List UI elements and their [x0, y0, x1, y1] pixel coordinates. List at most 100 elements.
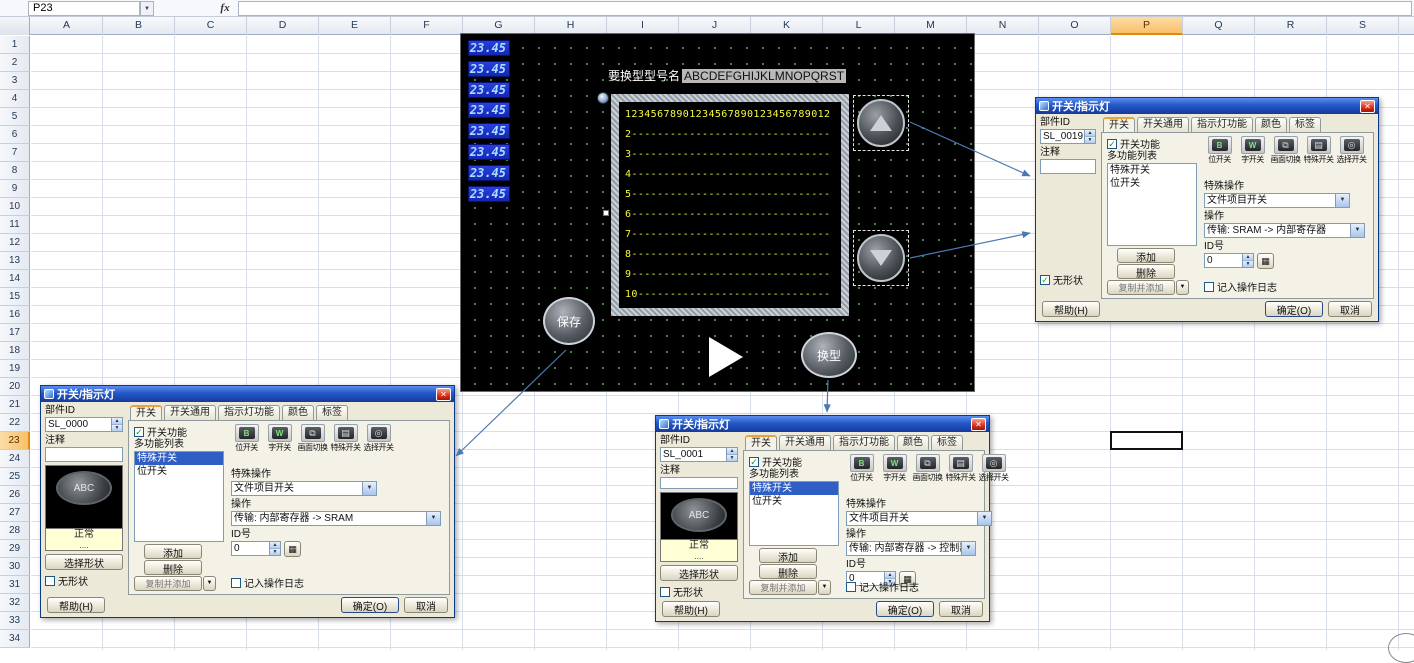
row-header-34[interactable]: 34: [0, 630, 30, 648]
screen-switch-icon[interactable]: ⧉画面切换: [297, 424, 328, 452]
bit-switch-icon[interactable]: B位开关: [231, 424, 262, 452]
scroll-up-button[interactable]: [857, 99, 905, 147]
delete-button[interactable]: 删除: [144, 560, 202, 575]
copy-and-add-button[interactable]: 复制并添加: [1107, 280, 1175, 295]
switch-function-checkbox[interactable]: ✓ 开关功能: [749, 454, 802, 469]
part-id-combo[interactable]: SL_0001 ▲▼: [660, 447, 738, 462]
list-item[interactable]: 特殊开关: [1108, 164, 1196, 177]
select-shape-button[interactable]: 选择形状: [660, 565, 738, 581]
list-item[interactable]: 位开关: [750, 495, 838, 508]
lcd-display[interactable]: 23.45: [468, 102, 510, 118]
help-button[interactable]: 帮助(H): [1042, 301, 1100, 317]
file-list-row[interactable]: 7-------------------------------: [625, 225, 835, 245]
row-header-32[interactable]: 32: [0, 594, 30, 612]
add-button[interactable]: 添加: [759, 548, 817, 563]
row-header-12[interactable]: 12: [0, 234, 30, 252]
lcd-display[interactable]: 23.45: [468, 123, 510, 139]
checkbox-box[interactable]: [1204, 282, 1214, 292]
address-keypad-button[interactable]: ▦: [284, 541, 301, 557]
help-button[interactable]: 帮助(H): [47, 597, 105, 613]
multifunction-listbox[interactable]: 特殊开关位开关: [749, 481, 839, 546]
dropdown-arrow-icon[interactable]: ▼: [977, 512, 991, 525]
special-operation-select[interactable]: 文件项目开关 ▼: [231, 481, 377, 496]
copy-add-dropdown-icon[interactable]: ▼: [203, 576, 216, 591]
column-header-A[interactable]: A: [31, 17, 103, 35]
row-header-21[interactable]: 21: [0, 396, 30, 414]
add-button[interactable]: 添加: [144, 544, 202, 559]
oval-shape[interactable]: [1388, 633, 1414, 663]
dialog-titlebar[interactable]: 开关/指示灯 ✕: [41, 386, 454, 402]
list-item[interactable]: 特殊开关: [135, 452, 223, 465]
copy-and-add-button[interactable]: 复制并添加: [749, 580, 817, 595]
column-header-N[interactable]: N: [967, 17, 1039, 35]
comment-input[interactable]: [660, 477, 738, 489]
checkbox-box[interactable]: [231, 578, 241, 588]
copy-add-dropdown-icon[interactable]: ▼: [1176, 280, 1189, 295]
save-button[interactable]: 保存: [543, 297, 595, 345]
switch-function-checkbox[interactable]: ✓ 开关功能: [1107, 136, 1160, 151]
switch-function-checkbox[interactable]: ✓ 开关功能: [134, 424, 187, 439]
dropdown-arrow-icon[interactable]: ▼: [1350, 224, 1364, 237]
lcd-display[interactable]: 23.45: [468, 186, 510, 202]
special-operation-select[interactable]: 文件项目开关 ▼: [846, 511, 992, 526]
bit-switch-icon[interactable]: B位开关: [846, 454, 877, 482]
column-header-B[interactable]: B: [103, 17, 175, 35]
screen-switch-icon[interactable]: ⧉画面切换: [1270, 136, 1301, 164]
special-switch-icon[interactable]: ▤特殊开关: [1303, 136, 1334, 164]
file-item-list[interactable]: 123456789012345678901234567890122-------…: [611, 94, 849, 316]
dialog-titlebar[interactable]: 开关/指示灯 ✕: [656, 416, 989, 432]
add-button[interactable]: 添加: [1117, 248, 1175, 263]
tab-3[interactable]: 颜色: [282, 405, 314, 420]
lcd-display[interactable]: 23.45: [468, 40, 510, 56]
ok-button[interactable]: 确定(O): [1265, 301, 1323, 317]
change-model-button[interactable]: 换型: [801, 332, 857, 378]
address-keypad-button[interactable]: ▦: [1257, 253, 1274, 269]
formula-bar-input[interactable]: [238, 1, 1412, 16]
row-header-13[interactable]: 13: [0, 252, 30, 270]
dropdown-arrow-icon[interactable]: ▼: [961, 542, 975, 555]
part-id-combo[interactable]: SL_0019 ▲▼: [1040, 129, 1096, 144]
bit-switch-icon[interactable]: B位开关: [1204, 136, 1235, 164]
close-icon[interactable]: ✕: [1360, 100, 1375, 113]
row-header-31[interactable]: 31: [0, 576, 30, 594]
operation-log-checkbox[interactable]: 记入操作日志: [231, 575, 304, 590]
active-cell[interactable]: [1110, 431, 1183, 450]
model-name-value[interactable]: ABCDEFGHIJKLMNOPQRST: [682, 69, 846, 83]
checkbox-box[interactable]: ✓: [1040, 275, 1050, 285]
tab-0[interactable]: 开关: [1103, 117, 1135, 132]
file-list-row[interactable]: 5-------------------------------: [625, 185, 835, 205]
row-header-25[interactable]: 25: [0, 468, 30, 486]
row-header-1[interactable]: 1: [0, 36, 30, 54]
operation-select[interactable]: 传输: 内部寄存器 -> 控制器/PLC ▼: [846, 541, 976, 556]
word-switch-icon[interactable]: W字开关: [264, 424, 295, 452]
copy-add-dropdown-icon[interactable]: ▼: [818, 580, 831, 595]
tab-0[interactable]: 开关: [130, 405, 162, 420]
file-list-row[interactable]: 2-------------------------------: [625, 125, 835, 145]
lcd-display[interactable]: 23.45: [468, 61, 510, 77]
row-header-2[interactable]: 2: [0, 54, 30, 72]
row-header-6[interactable]: 6: [0, 126, 30, 144]
list-item[interactable]: 特殊开关: [750, 482, 838, 495]
row-header-7[interactable]: 7: [0, 144, 30, 162]
row-header-3[interactable]: 3: [0, 72, 30, 90]
tab-4[interactable]: 标签: [316, 405, 348, 420]
multifunction-listbox[interactable]: 特殊开关位开关: [1107, 163, 1197, 246]
row-header-29[interactable]: 29: [0, 540, 30, 558]
row-header-33[interactable]: 33: [0, 612, 30, 630]
column-header-Q[interactable]: Q: [1183, 17, 1255, 35]
row-header-28[interactable]: 28: [0, 522, 30, 540]
select-switch-icon[interactable]: ◎选择开关: [978, 454, 1009, 482]
dropdown-arrow-icon[interactable]: ▼: [1335, 194, 1349, 207]
tab-1[interactable]: 开关通用: [1137, 117, 1189, 132]
dropdown-arrow-icon[interactable]: ▼: [362, 482, 376, 495]
operation-log-checkbox[interactable]: 记入操作日志: [846, 579, 919, 594]
lcd-display[interactable]: 23.45: [468, 82, 510, 98]
column-header-R[interactable]: R: [1255, 17, 1327, 35]
tab-1[interactable]: 开关通用: [779, 435, 831, 450]
operation-log-checkbox[interactable]: 记入操作日志: [1204, 279, 1277, 294]
checkbox-box[interactable]: [846, 582, 856, 592]
id-number-spinner[interactable]: 0 ▲▼: [1204, 253, 1254, 268]
lcd-display[interactable]: 23.45: [468, 144, 510, 160]
id-number-spinner[interactable]: 0 ▲▼: [231, 541, 281, 556]
row-header-17[interactable]: 17: [0, 324, 30, 342]
